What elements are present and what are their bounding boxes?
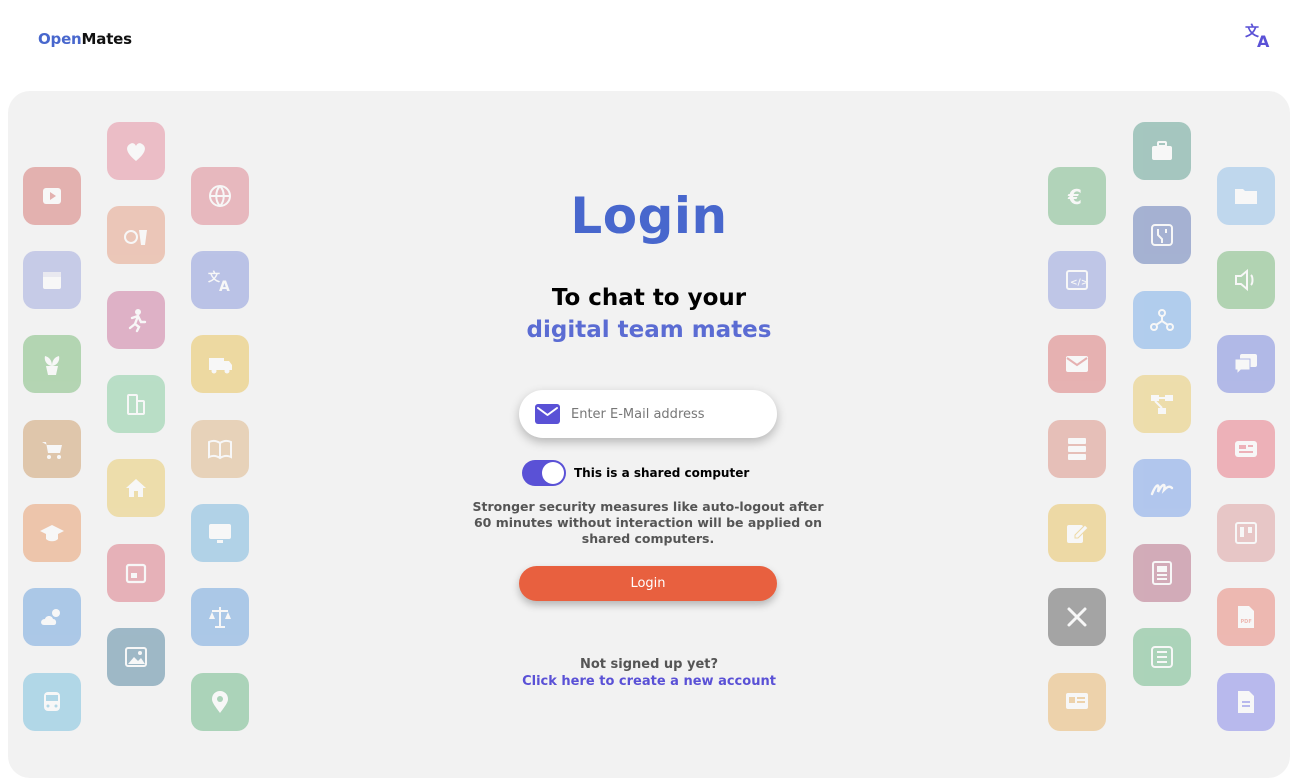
email-input[interactable] [571, 406, 761, 422]
page-title: Login [570, 187, 728, 245]
shared-computer-toggle[interactable] [522, 460, 566, 486]
login-card: 文 A € </> PDF Login To chat to your digital … [8, 91, 1290, 778]
subtitle-line-1: To chat to your [551, 285, 747, 311]
shared-computer-row: This is a shared computer [522, 460, 749, 486]
shared-computer-label: This is a shared computer [574, 466, 750, 480]
security-notice: Stronger security measures like auto-log… [472, 499, 824, 546]
mail-icon [535, 404, 560, 424]
email-field[interactable] [519, 390, 777, 438]
login-form: Login To chat to your digital team mates… [8, 91, 1290, 778]
svg-text:A: A [1257, 32, 1270, 50]
brand-mates: Mates [81, 30, 133, 48]
brand-open: Open [38, 30, 82, 48]
toggle-knob [542, 462, 564, 484]
brand-logo[interactable]: OpenMates [38, 30, 132, 48]
subtitle-line-2: digital team mates [526, 317, 772, 343]
top-bar: OpenMates 文 A [0, 0, 1298, 80]
signup-question: Not signed up yet? [579, 657, 719, 672]
login-button[interactable]: Login [519, 566, 777, 601]
signup-link[interactable]: Click here to create a new account [8, 674, 1290, 689]
translate-icon[interactable]: 文 A [1244, 22, 1274, 50]
login-page: OpenMates 文 A 文 A € </> PDF Login To chat to… [0, 0, 1298, 783]
